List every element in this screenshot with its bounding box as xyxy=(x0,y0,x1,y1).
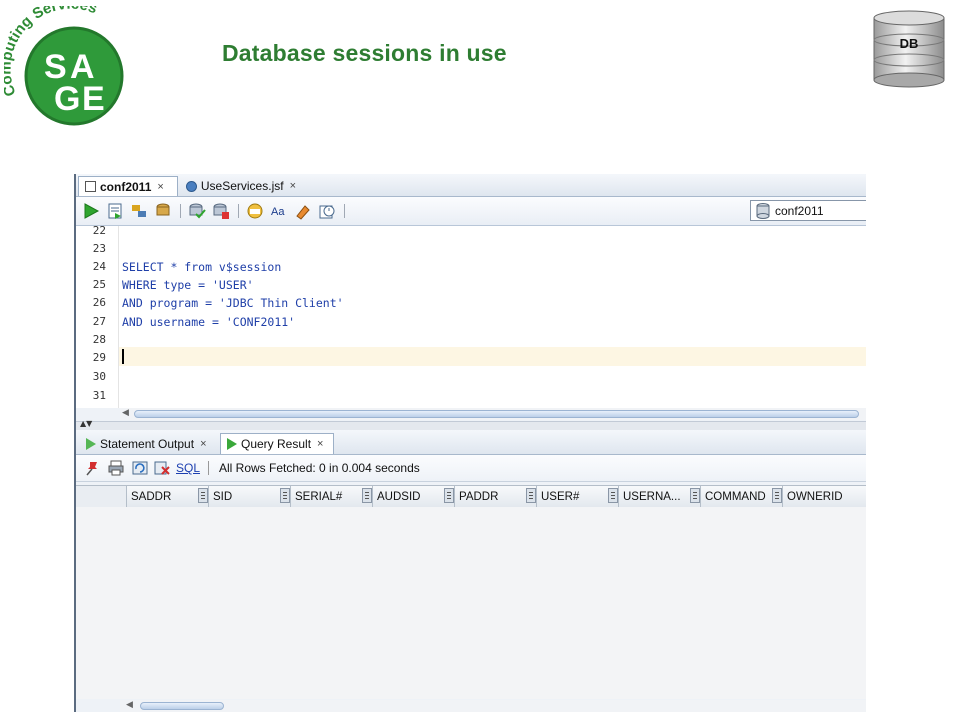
current-line-highlight xyxy=(119,347,866,366)
scroll-left-icon[interactable]: ◀ xyxy=(126,700,133,710)
line-number: 28 xyxy=(92,333,106,346)
code-line: WHERE type = 'USER' xyxy=(122,278,254,292)
print-icon[interactable] xyxy=(108,460,124,476)
line-number: 30 xyxy=(92,370,106,383)
database-icon xyxy=(756,203,770,219)
code-line: AND username = 'CONF2011' xyxy=(122,315,296,329)
scroll-left-icon[interactable]: ◀ xyxy=(122,408,129,418)
line-number: 29 xyxy=(92,351,106,364)
run-statement-icon[interactable] xyxy=(82,202,100,220)
column-header[interactable]: AUDSID xyxy=(372,486,454,507)
explain-plan-icon[interactable] xyxy=(130,202,148,220)
sql-link[interactable]: SQL xyxy=(176,461,200,475)
refresh-icon[interactable] xyxy=(132,460,148,476)
text-caret xyxy=(122,349,124,364)
cancel-query-icon[interactable] xyxy=(154,460,170,476)
line-number: 22 xyxy=(92,224,106,237)
column-header[interactable]: USER# xyxy=(536,486,618,507)
logo-letter-e: E xyxy=(82,80,105,118)
line-number-gutter: 22 23 24 25 26 27 28 29 30 31 xyxy=(76,224,119,408)
svg-text:Aa: Aa xyxy=(271,206,285,218)
line-number: 27 xyxy=(92,315,106,328)
sort-icon[interactable] xyxy=(608,488,618,503)
result-grid-body[interactable] xyxy=(76,507,866,699)
sort-icon[interactable] xyxy=(772,488,782,503)
connection-selector[interactable]: conf2011 xyxy=(750,200,866,221)
tab-label: Query Result xyxy=(241,437,312,451)
close-icon[interactable]: × xyxy=(290,180,296,192)
toolbar-separator xyxy=(208,461,209,475)
tab-label: UseServices.jsf xyxy=(200,179,284,193)
scrollbar-thumb[interactable] xyxy=(134,410,859,418)
splitter-arrows-icon[interactable]: ▲▼ xyxy=(80,419,92,428)
sort-icon[interactable] xyxy=(690,488,700,503)
format-case-icon[interactable]: Aa xyxy=(270,202,288,220)
result-grid-header: SADDR SID SERIAL# AUDSID PADDR USER# USE… xyxy=(76,485,866,508)
column-header[interactable]: PADDR xyxy=(454,486,536,507)
sort-icon[interactable] xyxy=(198,488,208,503)
tab-statement-output[interactable]: Statement Output × xyxy=(80,433,218,454)
editor-tab-bar: conf2011 × UseServices.jsf × xyxy=(76,174,866,197)
tab-label: conf2011 xyxy=(100,179,152,194)
grid-horizontal-scrollbar[interactable]: ◀ xyxy=(120,700,866,712)
tab-query-result[interactable]: Query Result × xyxy=(220,433,334,454)
sage-logo: Computing Services S A G E xyxy=(4,6,124,126)
editor-horizontal-scrollbar[interactable]: ◀ xyxy=(120,408,866,420)
close-icon[interactable]: × xyxy=(157,181,163,193)
line-number: 24 xyxy=(92,260,106,273)
autotrace-icon[interactable] xyxy=(154,202,172,220)
pin-icon[interactable] xyxy=(84,460,100,476)
run-script-icon[interactable] xyxy=(106,202,124,220)
scrollbar-thumb[interactable] xyxy=(140,702,224,710)
pane-splitter[interactable]: ▲▼ xyxy=(76,419,866,430)
db-badge-label: DB xyxy=(900,36,919,51)
sort-icon[interactable] xyxy=(526,488,536,503)
connection-name: conf2011 xyxy=(775,203,824,218)
result-toolbar: SQL All Rows Fetched: 0 in 0.004 seconds xyxy=(76,455,866,482)
toolbar-separator xyxy=(238,204,239,218)
worksheet-icon xyxy=(85,181,96,192)
tab-label: Statement Output xyxy=(100,436,195,451)
sql-history-icon[interactable] xyxy=(246,202,264,220)
column-header[interactable]: SADDR xyxy=(126,486,208,507)
toolbar-separator xyxy=(180,204,181,218)
output-tab-bar: Statement Output × Query Result × xyxy=(76,430,866,455)
rollback-icon[interactable] xyxy=(212,202,230,220)
sort-icon[interactable] xyxy=(362,488,372,503)
close-icon[interactable]: × xyxy=(317,438,323,450)
sql-editor[interactable]: 22 23 24 25 26 27 28 29 30 31 SELECT * f… xyxy=(76,224,866,408)
page-title: Database sessions in use xyxy=(222,40,507,66)
logo-letter-g: G xyxy=(54,80,80,118)
statement-output-icon xyxy=(86,437,96,450)
database-icon: DB xyxy=(873,10,945,88)
commit-icon[interactable] xyxy=(188,202,206,220)
column-header[interactable]: SERIAL# xyxy=(290,486,372,507)
sort-icon[interactable] xyxy=(444,488,454,503)
clear-eraser-icon[interactable] xyxy=(294,202,312,220)
worksheet-toolbar: Aa conf2011 xyxy=(76,197,866,226)
column-header[interactable]: COMMAND xyxy=(700,486,782,507)
line-number: 26 xyxy=(92,296,106,309)
query-result-icon xyxy=(227,438,237,450)
column-header[interactable]: SID xyxy=(208,486,290,507)
close-icon[interactable]: × xyxy=(200,438,206,450)
line-number: 23 xyxy=(92,242,106,255)
sort-icon[interactable] xyxy=(280,488,290,503)
jsf-file-icon xyxy=(186,180,197,192)
line-number: 31 xyxy=(92,389,106,402)
line-number: 25 xyxy=(92,278,106,291)
toolbar-separator xyxy=(344,204,345,218)
fetch-status: All Rows Fetched: 0 in 0.004 seconds xyxy=(219,461,420,475)
unshared-worksheet-icon[interactable] xyxy=(318,202,336,220)
column-header[interactable]: USERNA... xyxy=(618,486,700,507)
code-line: AND program = 'JDBC Thin Client' xyxy=(122,296,344,310)
tab-useservices[interactable]: UseServices.jsf × xyxy=(180,176,302,196)
code-line: SELECT * from v$session xyxy=(122,260,282,274)
column-header[interactable]: OWNERID xyxy=(782,486,866,507)
sql-developer-window: conf2011 × UseServices.jsf × Aa conf2011… xyxy=(74,174,866,712)
tab-conf2011[interactable]: conf2011 × xyxy=(78,176,178,196)
